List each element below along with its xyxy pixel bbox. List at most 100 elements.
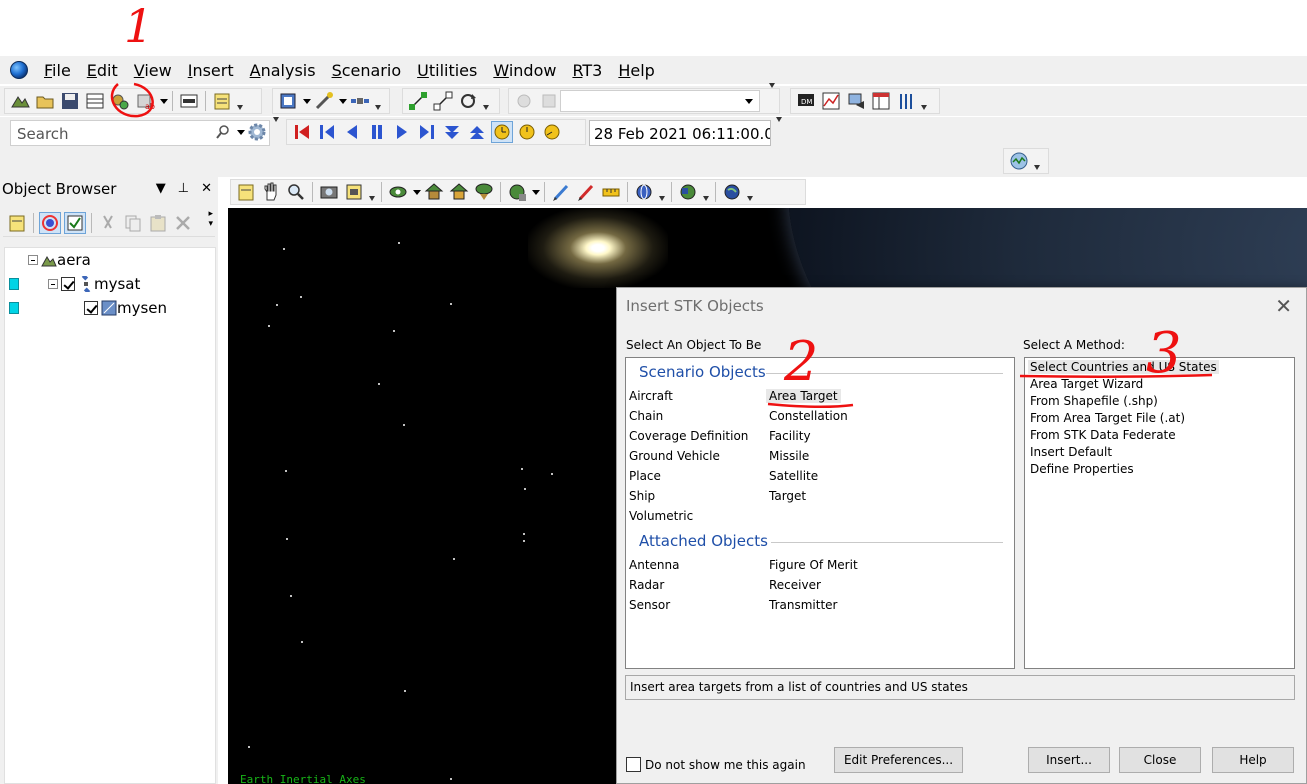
menu-window[interactable]: Window	[485, 61, 564, 80]
snapshot-button[interactable]	[318, 181, 340, 203]
object-constellation[interactable]: Constellation	[769, 409, 848, 423]
notepad-button[interactable]	[235, 181, 257, 203]
method-define-properties[interactable]: Define Properties	[1028, 462, 1136, 476]
notepad-button[interactable]	[211, 90, 233, 112]
menu-scenario[interactable]: Scenario	[324, 61, 410, 80]
object-aircraft[interactable]: Aircraft	[629, 389, 673, 403]
record-movie-button[interactable]	[343, 181, 365, 203]
pan-hand-icon[interactable]	[260, 181, 282, 203]
dm-monitor-button[interactable]: DM	[795, 90, 817, 112]
properties-button[interactable]	[277, 90, 299, 112]
tree-item-scenario[interactable]: aera	[28, 249, 91, 271]
deck-access-button[interactable]	[432, 90, 454, 112]
waveform-icon[interactable]	[1008, 150, 1030, 172]
save-button[interactable]	[59, 90, 81, 112]
step-back-button[interactable]	[316, 121, 338, 143]
object-radar[interactable]: Radar	[629, 578, 664, 592]
decrease-step-button[interactable]	[441, 121, 463, 143]
table-report-button[interactable]	[870, 90, 892, 112]
3d-globe-icon[interactable]	[721, 181, 743, 203]
step-forward-button[interactable]	[416, 121, 438, 143]
close-icon[interactable]: ✕	[1275, 296, 1292, 316]
menu-rt3[interactable]: RT3	[564, 61, 610, 80]
color-wheel-button[interactable]	[39, 211, 61, 234]
method-from-stk-data-federate[interactable]: From STK Data Federate	[1028, 428, 1178, 442]
menu-help[interactable]: Help	[610, 61, 662, 80]
method-area-target-wizard[interactable]: Area Target Wizard	[1028, 377, 1145, 391]
properties-dropdown-arrow[interactable]	[302, 90, 311, 112]
grid-view-button[interactable]	[84, 90, 106, 112]
object-facility[interactable]: Facility	[769, 429, 811, 443]
play-reverse-button[interactable]	[341, 121, 363, 143]
highlight-tool-icon[interactable]	[575, 181, 597, 203]
object-receiver[interactable]: Receiver	[769, 578, 821, 592]
orient-top-button[interactable]	[473, 181, 495, 203]
method-from-shapefile[interactable]: From Shapefile (.shp)	[1028, 394, 1160, 408]
help-button[interactable]: Help	[1212, 747, 1294, 773]
strip-chart-button[interactable]	[895, 90, 917, 112]
wand-button[interactable]	[313, 90, 335, 112]
collapse-toggle[interactable]	[48, 279, 58, 289]
method-select-countries[interactable]: Select Countries and US States	[1028, 360, 1219, 374]
open-folder-button[interactable]	[34, 90, 56, 112]
insert-button[interactable]: Insert...	[1028, 747, 1110, 773]
close-button[interactable]: Close	[1119, 747, 1201, 773]
tree-item-satellite[interactable]: mysat	[48, 273, 140, 295]
new-scenario-button[interactable]	[9, 90, 31, 112]
toolbar-grip[interactable]	[658, 181, 666, 203]
visibility-checkbox[interactable]	[84, 301, 98, 315]
access-button[interactable]	[407, 90, 429, 112]
insert-object-button[interactable]	[109, 90, 131, 112]
toolbar-grip[interactable]	[236, 90, 244, 112]
overflow-chevron-icon[interactable]: ▸ ▾	[208, 209, 213, 229]
time-step-clock-button[interactable]	[541, 121, 563, 143]
menu-file[interactable]: File	[36, 61, 79, 80]
edit-preferences-button[interactable]: Edit Preferences...	[834, 747, 963, 773]
object-area-target[interactable]: Area Target	[766, 389, 841, 403]
html-report-button[interactable]	[178, 90, 200, 112]
menu-analysis[interactable]: Analysis	[242, 61, 324, 80]
toolbar-grip[interactable]	[374, 90, 382, 112]
menu-edit[interactable]: Edit	[79, 61, 126, 80]
reset-animation-button[interactable]	[291, 121, 313, 143]
play-forward-button[interactable]	[391, 121, 413, 143]
insert-default-object-button[interactable]: abc	[134, 90, 156, 112]
measure-ruler-icon[interactable]	[600, 181, 622, 203]
method-from-area-target-file[interactable]: From Area Target File (.at)	[1028, 411, 1187, 425]
visibility-checkbox[interactable]	[61, 277, 75, 291]
tree-item-sensor[interactable]: mysen	[84, 297, 167, 319]
realtime-clock-button[interactable]	[491, 121, 513, 143]
orient-north-button[interactable]	[448, 181, 470, 203]
object-select-combo[interactable]	[560, 90, 760, 112]
toolbar-grip[interactable]	[920, 90, 928, 112]
view-from-dropdown-arrow[interactable]	[412, 181, 421, 203]
search-dropdown-arrow[interactable]	[236, 121, 245, 143]
view-from-button[interactable]	[387, 181, 409, 203]
toolbar-grip[interactable]	[1033, 150, 1041, 172]
report-manager-button[interactable]	[845, 90, 867, 112]
dont-show-checkbox[interactable]	[626, 757, 641, 772]
wand-dropdown-arrow[interactable]	[338, 90, 347, 112]
object-figure-of-merit[interactable]: Figure Of Merit	[769, 558, 858, 572]
close-icon[interactable]: ✕	[201, 181, 212, 196]
object-ground-vehicle[interactable]: Ground Vehicle	[629, 449, 720, 463]
object-volumetric[interactable]: Volumetric	[629, 509, 693, 523]
toolbar-grip[interactable]	[702, 181, 710, 203]
gear-icon[interactable]	[246, 121, 268, 143]
2d-map-globe-icon[interactable]	[677, 181, 699, 203]
globe-manager-dropdown-arrow[interactable]	[531, 181, 540, 203]
method-insert-default[interactable]: Insert Default	[1028, 445, 1114, 459]
check-view-button[interactable]	[64, 211, 86, 234]
toolbar-grip[interactable]	[482, 90, 490, 112]
search-magnifier-icon[interactable]	[212, 121, 234, 143]
zoom-icon[interactable]	[285, 181, 307, 203]
toolbar-grip[interactable]	[746, 181, 754, 203]
insert-dropdown-arrow[interactable]	[159, 90, 168, 112]
globe-grid-icon[interactable]	[633, 181, 655, 203]
pin-icon[interactable]: ⊥	[178, 181, 189, 196]
refresh-button[interactable]	[457, 90, 479, 112]
object-sensor[interactable]: Sensor	[629, 598, 670, 612]
report-graph-button[interactable]	[820, 90, 842, 112]
notepad-button[interactable]	[6, 212, 28, 234]
object-missile[interactable]: Missile	[769, 449, 809, 463]
